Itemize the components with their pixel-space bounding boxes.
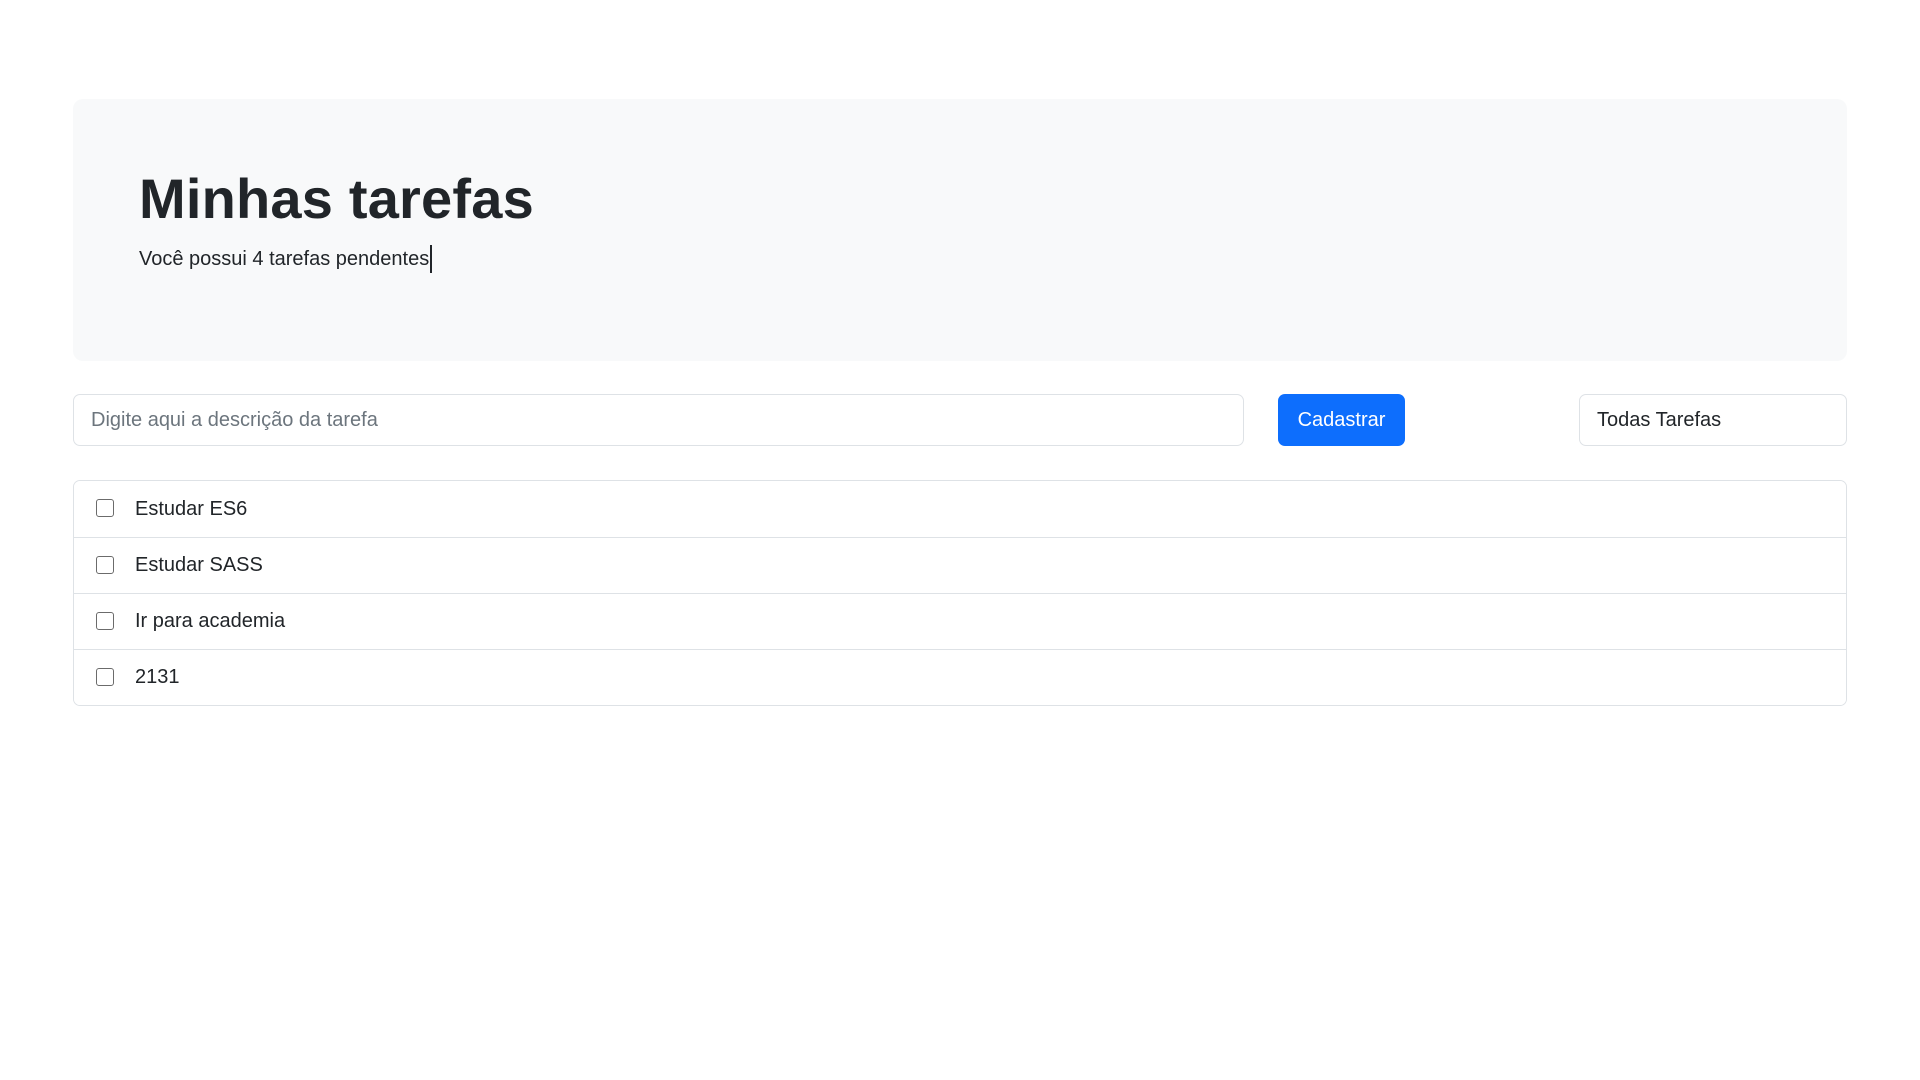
task-filter-select[interactable]: Todas Tarefas <box>1579 394 1847 446</box>
task-checkbox[interactable] <box>96 499 114 517</box>
add-task-button[interactable]: Cadastrar <box>1278 394 1405 446</box>
pending-tasks-text: Você possui 4 tarefas pendentes <box>139 248 430 270</box>
task-list: Estudar ES6 Estudar SASS Ir para academi… <box>73 480 1847 706</box>
task-item[interactable]: Ir para academia <box>74 593 1846 649</box>
task-label: Estudar ES6 <box>135 497 248 520</box>
task-checkbox[interactable] <box>96 555 114 574</box>
task-form: Cadastrar Todas Tarefas <box>73 394 1847 446</box>
task-item[interactable]: Estudar SASS <box>74 537 1846 593</box>
task-item[interactable]: Estudar ES6 <box>74 481 1846 537</box>
pending-tasks-summary: Você possui 4 tarefas pendentes <box>139 245 433 273</box>
header-panel: Minhas tarefas Você possui 4 tarefas pen… <box>73 99 1847 361</box>
task-label: Estudar SASS <box>135 554 263 576</box>
task-description-input[interactable] <box>73 394 1244 446</box>
task-label: Ir para academia <box>135 610 286 632</box>
text-cursor <box>430 245 433 273</box>
task-checkbox[interactable] <box>96 667 114 686</box>
page-title: Minhas tarefas <box>139 167 534 230</box>
app-container: Minhas tarefas Você possui 4 tarefas pen… <box>73 99 1847 706</box>
task-item[interactable]: 2131 <box>74 649 1846 705</box>
task-checkbox[interactable] <box>96 611 114 630</box>
task-label: 2131 <box>135 666 180 688</box>
